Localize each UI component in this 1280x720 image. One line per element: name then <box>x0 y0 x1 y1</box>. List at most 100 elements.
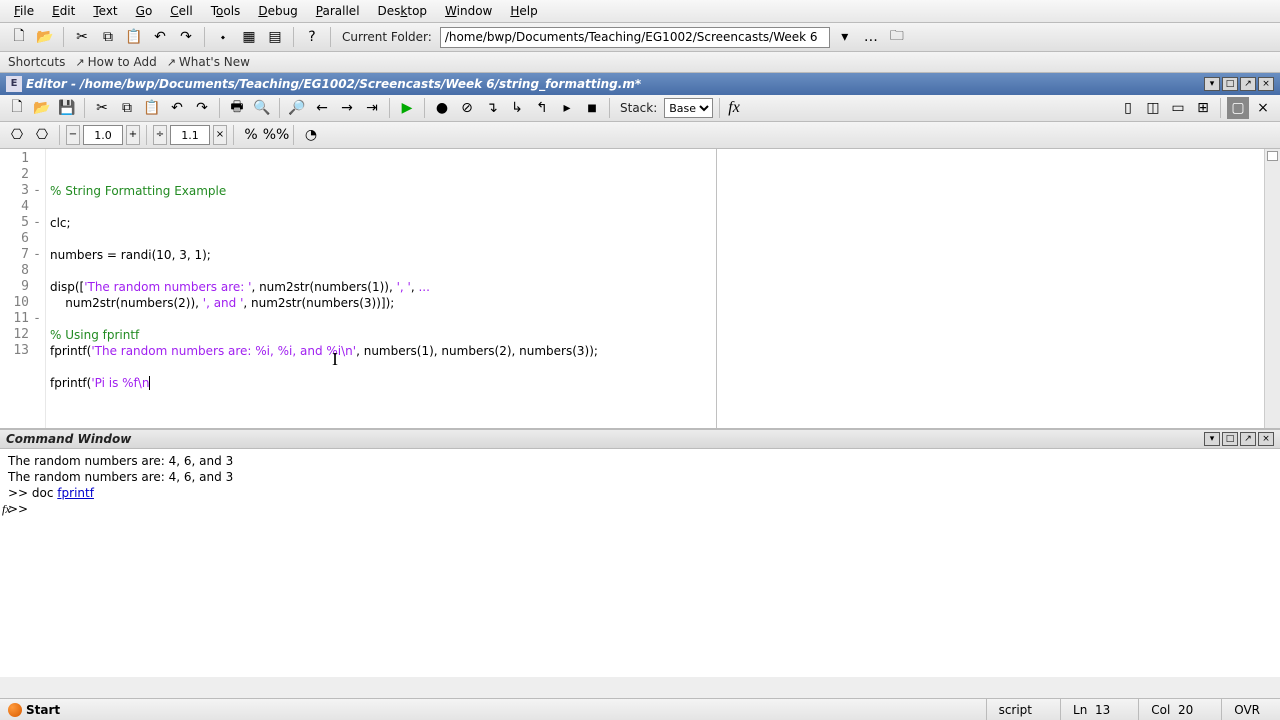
line-number[interactable]: 10 <box>0 295 45 311</box>
undo-icon[interactable]: ↶ <box>166 97 188 119</box>
print-icon[interactable]: 🖶 <box>226 97 248 119</box>
cut-icon[interactable]: ✂ <box>91 97 113 119</box>
cell-eval-advance-icon[interactable]: ⎔ <box>31 124 53 146</box>
dock-icon[interactable]: ▢ <box>1227 97 1249 119</box>
status-ovr[interactable]: OVR <box>1221 699 1272 720</box>
command-line[interactable]: The random numbers are: 4, 6, and 3 <box>8 453 1272 469</box>
goto-icon[interactable]: ⇥ <box>361 97 383 119</box>
menu-debug[interactable]: Debug <box>250 2 305 20</box>
line-number[interactable]: 12 <box>0 327 45 343</box>
menu-file[interactable]: File <box>6 2 42 20</box>
percent-icon[interactable]: % <box>240 124 262 146</box>
new-file-icon[interactable]: 🗋 <box>8 26 30 48</box>
cell-eval-icon[interactable]: ⎔ <box>6 124 28 146</box>
new-script-icon[interactable]: 🗋 <box>6 97 28 119</box>
step-out-icon[interactable]: ↰ <box>531 97 553 119</box>
line-number[interactable]: 11 <box>0 311 45 327</box>
code-line[interactable]: fprintf('The random numbers are: %i, %i,… <box>50 343 1260 359</box>
code-line[interactable]: % Using fprintf <box>50 327 1260 343</box>
code-line[interactable]: numbers = randi(10, 3, 1); <box>50 247 1260 263</box>
step-in-icon[interactable]: ↳ <box>506 97 528 119</box>
insert-icon[interactable]: ◔ <box>300 124 322 146</box>
stack-select[interactable]: Base <box>664 98 713 118</box>
menu-desktop[interactable]: Desktop <box>370 2 436 20</box>
line-number-gutter[interactable]: 12345678910111213 <box>0 149 46 428</box>
menu-window[interactable]: Window <box>437 2 500 20</box>
undock-icon[interactable]: ↗ <box>1240 77 1256 91</box>
line-number[interactable]: 4 <box>0 199 45 215</box>
menu-cell[interactable]: Cell <box>162 2 200 20</box>
run-icon[interactable]: ▶ <box>396 97 418 119</box>
line-number[interactable]: 3 <box>0 183 45 199</box>
profiler-icon[interactable]: ▤ <box>264 26 286 48</box>
code-line[interactable]: % String Formatting Example <box>50 183 1260 199</box>
multiply-icon[interactable]: × <box>213 125 227 145</box>
undo-icon[interactable]: ↶ <box>149 26 171 48</box>
decrement-icon[interactable]: − <box>66 125 80 145</box>
start-button[interactable]: Start <box>8 703 60 717</box>
command-line[interactable]: >> <box>8 501 1272 517</box>
copy-icon[interactable]: ⧉ <box>116 97 138 119</box>
guide-icon[interactable]: ▦ <box>238 26 260 48</box>
line-number[interactable]: 2 <box>0 167 45 183</box>
divide-icon[interactable]: ÷ <box>153 125 167 145</box>
minimize-icon[interactable]: ▾ <box>1204 77 1220 91</box>
increment-field-2[interactable] <box>170 125 210 145</box>
paste-icon[interactable]: 📋 <box>141 97 163 119</box>
find-icon[interactable]: 🔍 <box>251 97 273 119</box>
menu-edit[interactable]: Edit <box>44 2 83 20</box>
back-icon[interactable]: ← <box>311 97 333 119</box>
help-icon[interactable]: ? <box>301 26 323 48</box>
code-line[interactable]: clc; <box>50 215 1260 231</box>
menu-tools[interactable]: Tools <box>203 2 249 20</box>
paste-icon[interactable]: 📋 <box>123 26 145 48</box>
open-icon[interactable]: 📂 <box>31 97 53 119</box>
simulink-icon[interactable]: 🞘 <box>212 26 234 48</box>
line-number[interactable]: 6 <box>0 231 45 247</box>
copy-icon[interactable]: ⧉ <box>97 26 119 48</box>
line-number[interactable]: 7 <box>0 247 45 263</box>
forward-icon[interactable]: → <box>336 97 358 119</box>
redo-icon[interactable]: ↷ <box>175 26 197 48</box>
menu-help[interactable]: Help <box>502 2 545 20</box>
fx-icon[interactable]: fx <box>726 99 742 117</box>
folder-dropdown-icon[interactable]: ▾ <box>834 26 856 48</box>
command-line[interactable]: >> doc fprintf <box>8 485 1272 501</box>
close-icon[interactable]: × <box>1258 77 1274 91</box>
whats-new-link[interactable]: ↗What's New <box>167 55 250 69</box>
close-icon[interactable]: × <box>1258 432 1274 446</box>
code-line[interactable]: fprintf('Pi is %f\n <box>50 375 1260 391</box>
code-line[interactable] <box>50 359 1260 375</box>
layout-2-icon[interactable]: ◫ <box>1142 97 1164 119</box>
step-icon[interactable]: ↴ <box>481 97 503 119</box>
close-tab-icon[interactable]: × <box>1252 97 1274 119</box>
menu-parallel[interactable]: Parallel <box>308 2 368 20</box>
editor-title-bar[interactable]: E Editor - /home/bwp/Documents/Teaching/… <box>0 73 1280 95</box>
exit-debug-icon[interactable]: ◾ <box>581 97 603 119</box>
menu-text[interactable]: Text <box>85 2 125 20</box>
open-file-icon[interactable]: 📂 <box>34 26 56 48</box>
layout-1-icon[interactable]: ▯ <box>1117 97 1139 119</box>
line-number[interactable]: 13 <box>0 343 45 359</box>
increment-icon[interactable]: + <box>126 125 140 145</box>
line-number[interactable]: 1 <box>0 151 45 167</box>
code-line[interactable] <box>50 199 1260 215</box>
maximize-icon[interactable]: □ <box>1222 77 1238 91</box>
continue-icon[interactable]: ▸ <box>556 97 578 119</box>
layout-4-icon[interactable]: ⊞ <box>1192 97 1214 119</box>
percent-percent-icon[interactable]: %% <box>265 124 287 146</box>
fx-prompt-icon[interactable]: fx <box>2 501 11 517</box>
breakpoint-icon[interactable]: ● <box>431 97 453 119</box>
command-window[interactable]: fx The random numbers are: 4, 6, and 3Th… <box>0 449 1280 677</box>
line-number[interactable]: 5 <box>0 215 45 231</box>
parent-folder-icon[interactable]: 🗀 <box>886 26 908 48</box>
find-files-icon[interactable]: 🔎 <box>286 97 308 119</box>
line-number[interactable]: 9 <box>0 279 45 295</box>
current-folder-input[interactable] <box>440 27 830 48</box>
save-icon[interactable]: 💾 <box>56 97 78 119</box>
code-area[interactable]: % String Formatting Example clc; numbers… <box>46 149 1264 428</box>
code-line[interactable] <box>50 231 1260 247</box>
command-line[interactable]: The random numbers are: 4, 6, and 3 <box>8 469 1272 485</box>
layout-3-icon[interactable]: ▭ <box>1167 97 1189 119</box>
how-to-add-link[interactable]: ↗How to Add <box>75 55 156 69</box>
